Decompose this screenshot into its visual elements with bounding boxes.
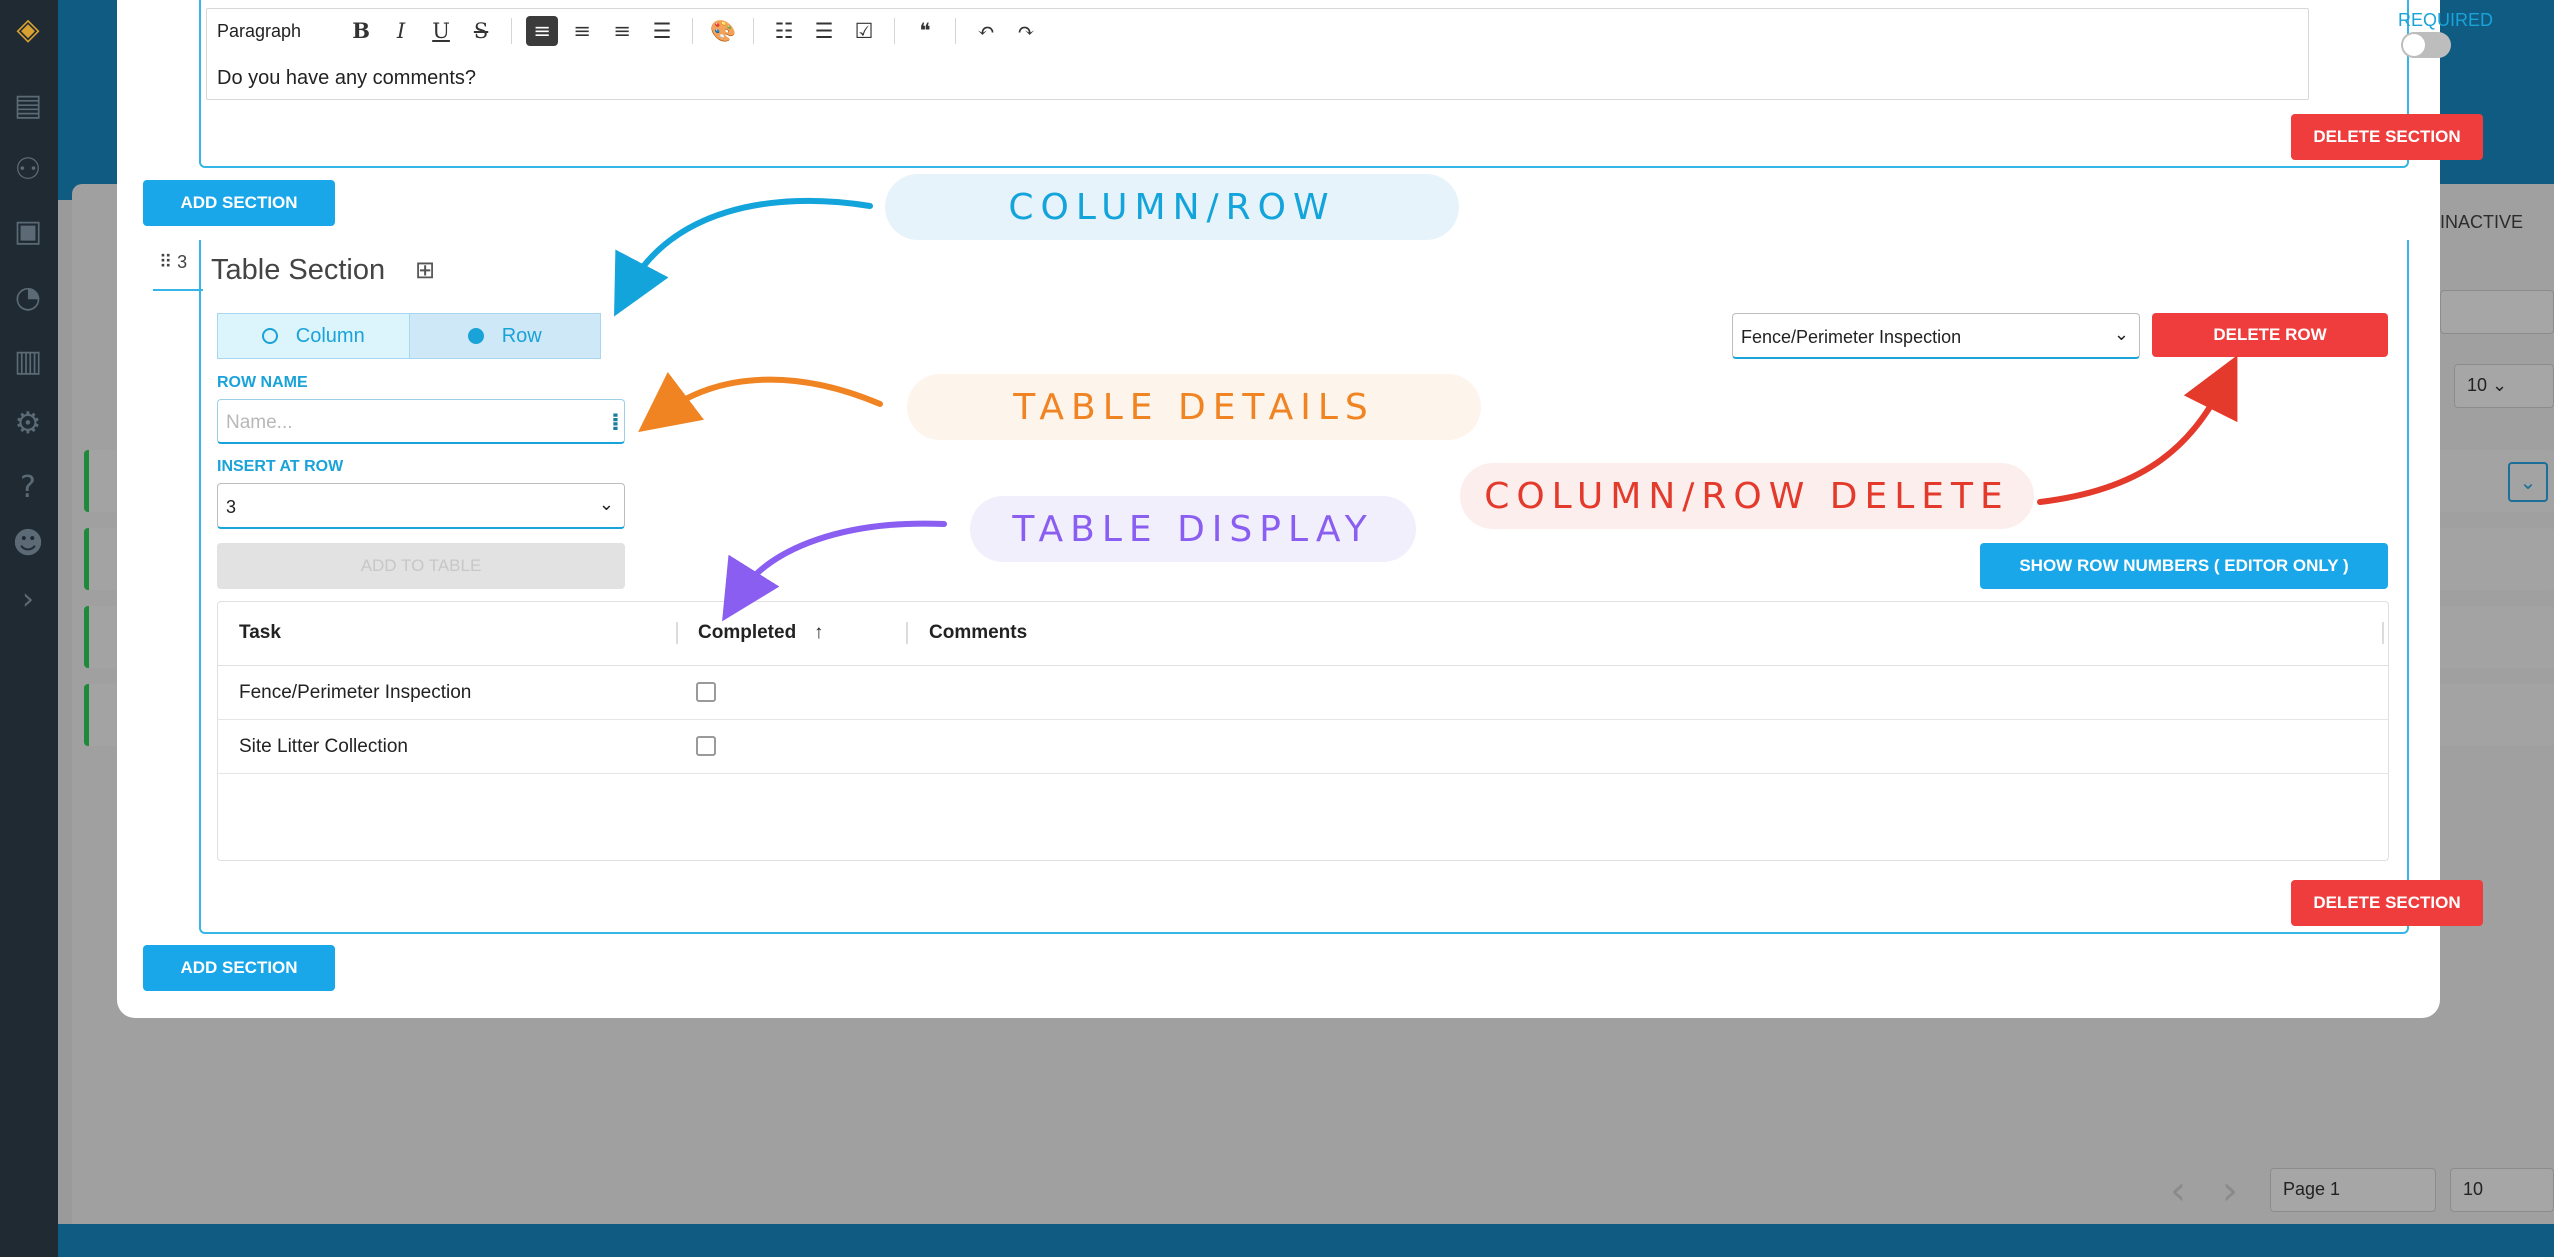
annotation-arrows [614, 197, 2238, 622]
arrow-column-row [614, 197, 873, 317]
arrow-column-row-delete [2037, 355, 2238, 505]
arrow-table-details [638, 371, 883, 433]
arrow-table-display [722, 520, 947, 622]
